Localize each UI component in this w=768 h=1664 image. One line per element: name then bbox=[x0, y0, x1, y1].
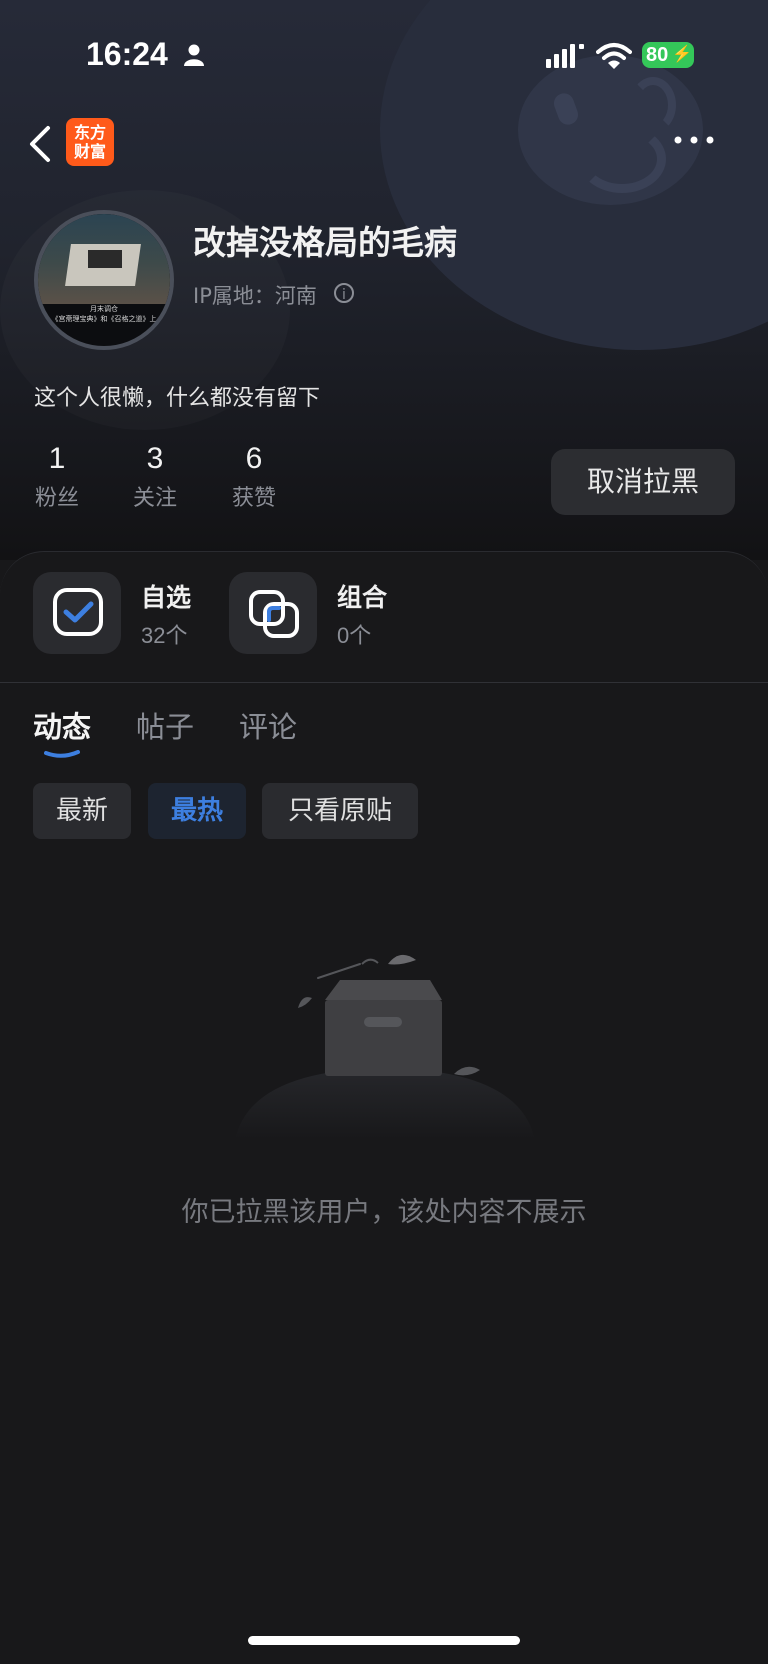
stat-following[interactable]: 3 关注 bbox=[115, 442, 195, 512]
status-bar: 16:24 80 ⚡ bbox=[0, 0, 768, 110]
avatar-caption: 月末调仓 《宫斋理宝典》和《召格之道》上 bbox=[38, 304, 170, 324]
username: 改掉没格局的毛病 bbox=[193, 223, 457, 262]
active-tab-indicator bbox=[44, 750, 80, 758]
ip-location: IP属地：河南 bbox=[193, 284, 317, 308]
avatar-caption-line: 月末调仓 bbox=[90, 305, 118, 313]
user-bio: 这个人很懒，什么都没有留下 bbox=[34, 386, 321, 411]
status-time: 16:24 bbox=[86, 36, 168, 72]
stat-count: 3 bbox=[146, 442, 164, 475]
back-arrow-icon[interactable] bbox=[26, 124, 54, 164]
home-indicator[interactable] bbox=[248, 1636, 520, 1645]
stat-count: 6 bbox=[245, 442, 263, 475]
portfolio-count: 0个 bbox=[337, 623, 372, 648]
tab-activity[interactable]: 动态 bbox=[33, 704, 91, 746]
person-icon bbox=[184, 44, 204, 66]
stat-label: 获赞 bbox=[231, 486, 276, 511]
watchlist-title[interactable]: 自选 bbox=[141, 578, 191, 614]
tab-comments[interactable]: 评论 bbox=[239, 704, 297, 746]
filter-hottest[interactable]: 最热 bbox=[148, 783, 246, 839]
tab-posts[interactable]: 帖子 bbox=[136, 704, 194, 746]
unblock-button[interactable]: 取消拉黑 bbox=[551, 449, 735, 515]
logo-text-line1: 东方 bbox=[73, 123, 106, 142]
more-options-icon[interactable] bbox=[672, 128, 716, 152]
wifi-icon bbox=[596, 43, 632, 69]
stat-label: 关注 bbox=[132, 486, 177, 511]
blocked-notice: 你已拉黑该用户，该处内容不展示 bbox=[181, 1197, 587, 1228]
battery-level: 80 bbox=[646, 44, 669, 66]
battery-indicator: 80 ⚡ bbox=[642, 42, 694, 68]
filter-original-only[interactable]: 只看原贴 bbox=[262, 783, 418, 839]
section-divider bbox=[0, 682, 768, 683]
watchlist-count: 32个 bbox=[141, 623, 188, 648]
stat-likes[interactable]: 6 获赞 bbox=[214, 442, 294, 512]
charging-bolt-icon: ⚡ bbox=[672, 46, 692, 63]
app-logo[interactable]: 东方 财富 bbox=[66, 118, 114, 166]
filter-latest[interactable]: 最新 bbox=[33, 783, 131, 839]
user-avatar[interactable]: 月末调仓 《宫斋理宝典》和《召格之道》上 bbox=[34, 210, 174, 350]
avatar-caption-line: 《宫斋理宝典》和《召格之道》上 bbox=[51, 315, 157, 323]
watchlist-card[interactable] bbox=[33, 572, 121, 654]
portfolio-card[interactable] bbox=[229, 572, 317, 654]
portfolio-title[interactable]: 组合 bbox=[337, 578, 387, 614]
empty-box-illustration bbox=[235, 954, 535, 1140]
cellular-signal-icon bbox=[546, 44, 584, 68]
info-icon[interactable]: i bbox=[334, 283, 354, 303]
stat-count: 1 bbox=[48, 442, 66, 475]
checkbox-icon bbox=[53, 588, 103, 636]
stat-followers[interactable]: 1 粉丝 bbox=[17, 442, 97, 512]
overlap-squares-icon bbox=[249, 590, 299, 638]
stat-label: 粉丝 bbox=[34, 486, 79, 511]
logo-text-line2: 财富 bbox=[73, 142, 106, 161]
